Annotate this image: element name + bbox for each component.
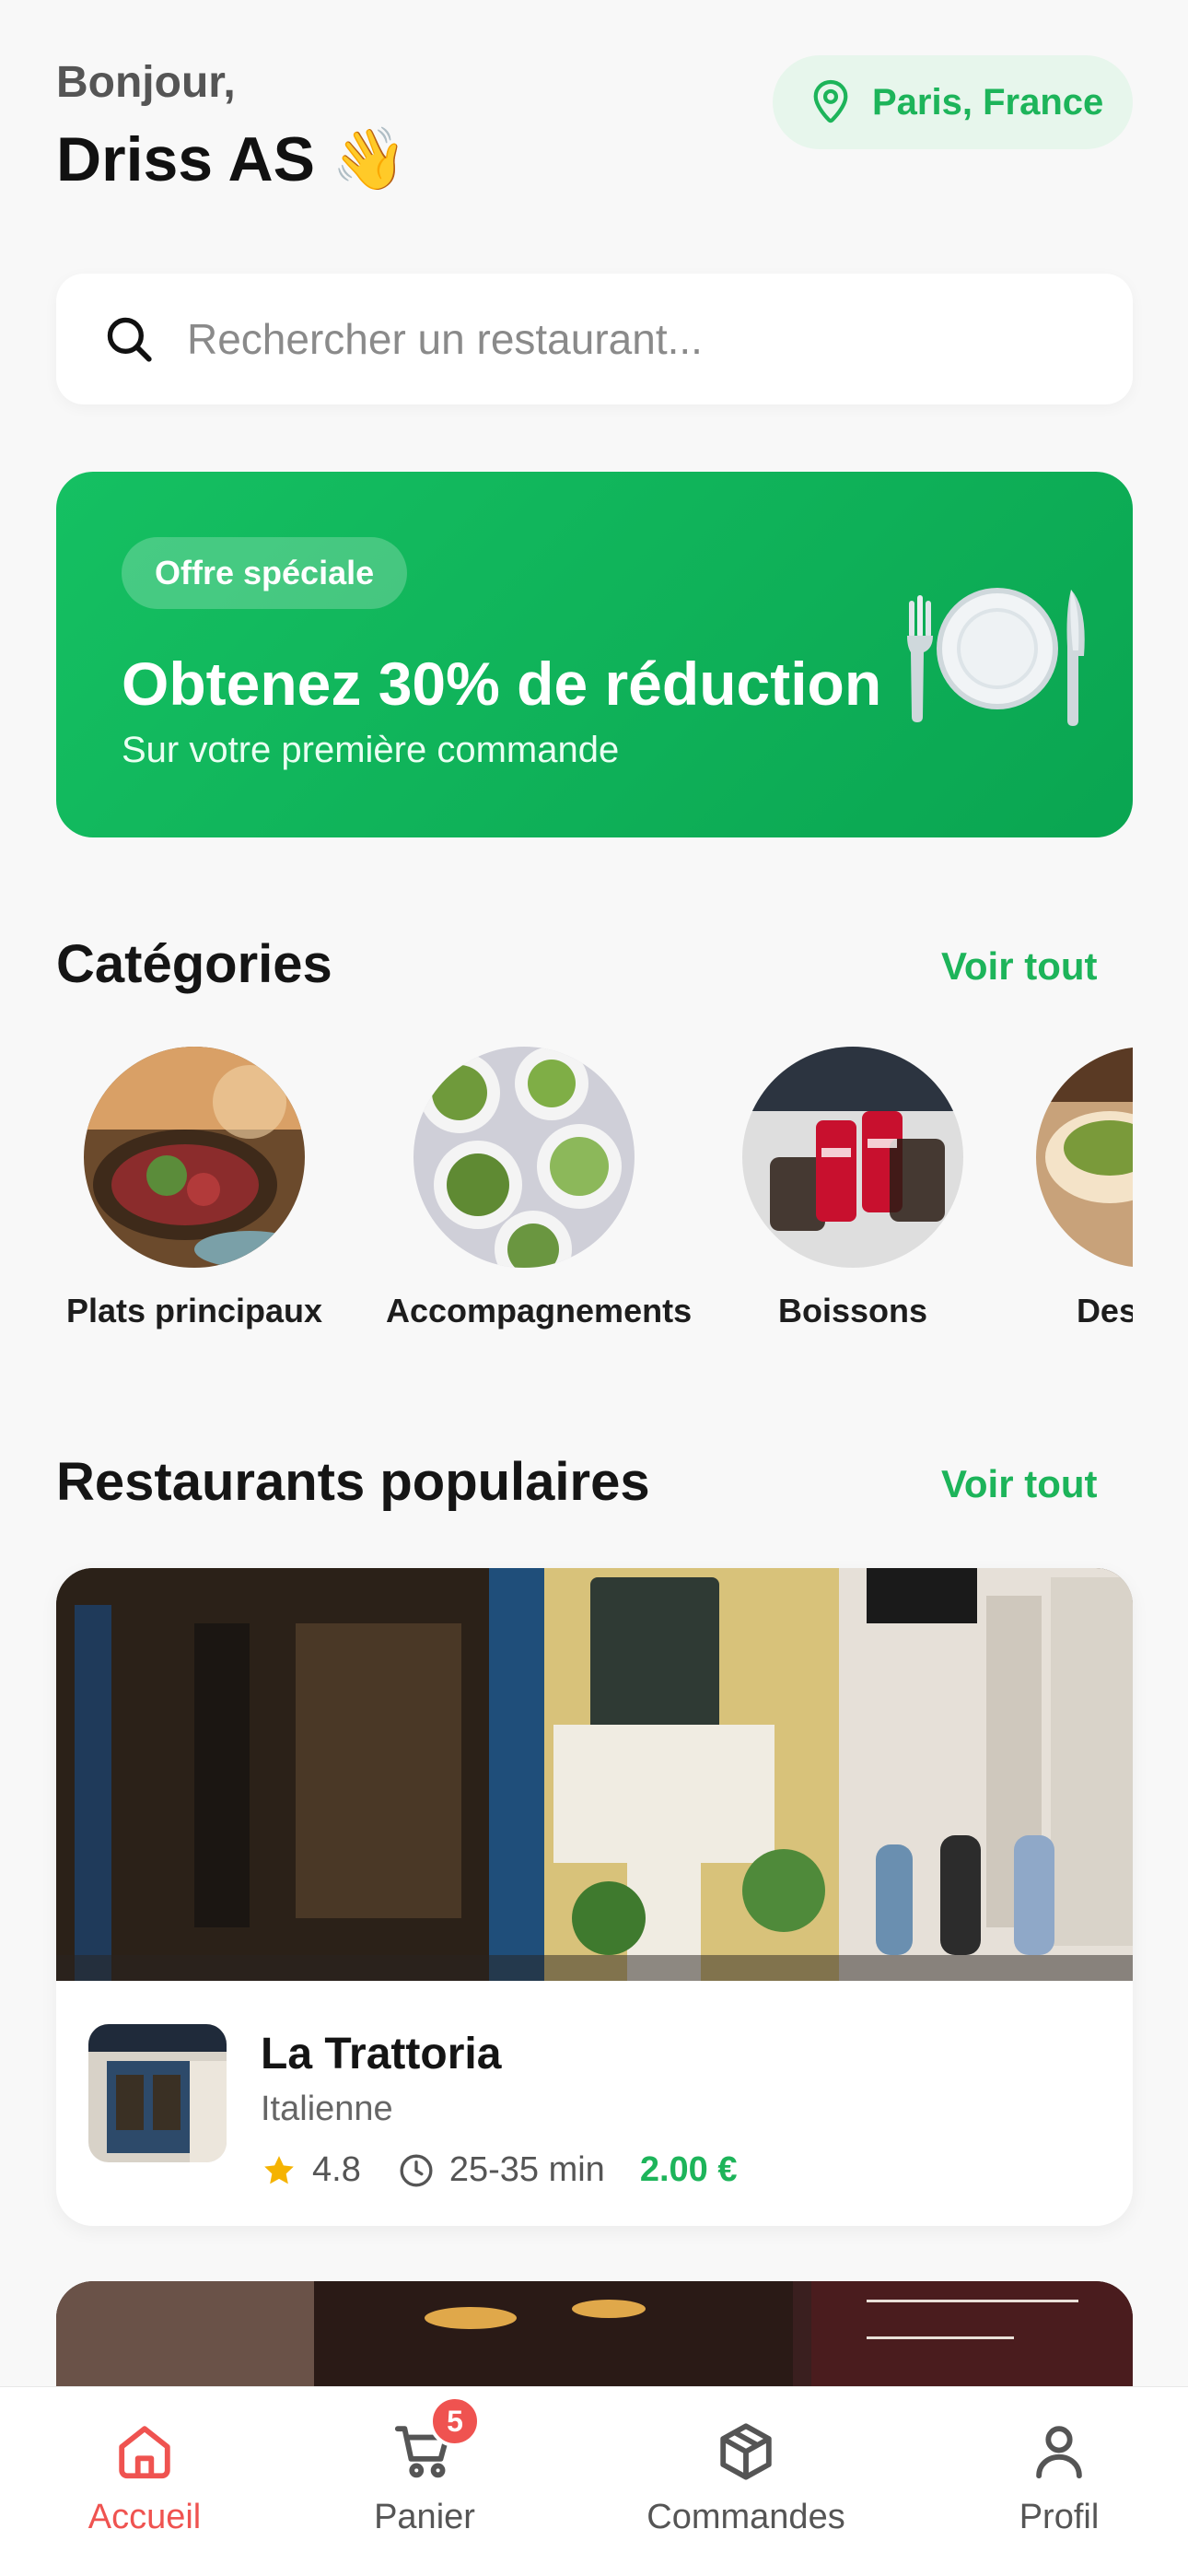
restaurant-cuisine: Italienne <box>261 2090 393 2128</box>
restaurant-price: 2.00 € <box>639 2150 738 2189</box>
search-icon <box>107 317 152 362</box>
category-image <box>413 1047 635 1268</box>
tab-accueil[interactable]: Accueil <box>85 2419 204 2537</box>
tab-profil[interactable]: Profil <box>999 2419 1119 2537</box>
tab-label: Commandes <box>646 2498 845 2536</box>
category-item-boissons[interactable]: Boissons <box>715 1047 991 1330</box>
search-bar[interactable] <box>56 274 1133 404</box>
category-item-desserts[interactable]: Desserts <box>1008 1047 1133 1330</box>
location-selector[interactable]: Paris, France <box>773 55 1133 149</box>
restaurant-hero-image <box>56 1568 1133 1981</box>
category-image <box>1036 1047 1133 1268</box>
category-image <box>742 1047 963 1268</box>
box-icon <box>720 2423 772 2480</box>
categories-see-all-link[interactable]: Voir tout <box>941 944 1098 989</box>
star-icon <box>264 2155 294 2184</box>
restaurant-delivery-time: 25-35 min <box>448 2150 605 2189</box>
promo-tag: Offre spéciale <box>122 537 408 609</box>
category-image <box>84 1047 305 1268</box>
tab-label: Accueil <box>87 2498 202 2536</box>
categories-title: Catégories <box>56 934 332 994</box>
greeting-text: Bonjour, <box>56 58 236 107</box>
location-pin-icon <box>813 79 848 123</box>
restaurant-name: La Trattoria <box>261 2030 502 2078</box>
restaurant-meta: 4.8 25-35 min 2.00 € <box>261 2150 737 2190</box>
categories-carousel[interactable]: Plats principaux Accompagnements Boisson… <box>56 1047 1133 1341</box>
user-icon <box>1036 2426 1082 2479</box>
category-label: Desserts <box>1076 1292 1133 1329</box>
cart-badge: 5 <box>429 2395 481 2447</box>
category-item-accompagnements[interactable]: Accompagnements <box>386 1047 693 1330</box>
restaurant-card[interactable]: La Trattoria Italienne 4.8 25-35 min 2.0… <box>56 1568 1133 2226</box>
promo-title: Obtenez 30% de réduction <box>122 650 882 718</box>
popular-restaurants-title: Restaurants populaires <box>56 1452 650 1512</box>
popular-see-all-link[interactable]: Voir tout <box>941 1462 1098 1506</box>
user-name-text: Driss AS <box>56 124 315 194</box>
category-item-plats-principaux[interactable]: Plats principaux <box>56 1047 332 1330</box>
promo-banner[interactable]: Offre spéciale Obtenez 30% de réduction … <box>56 472 1133 837</box>
tab-label: Profil <box>1019 2498 1100 2536</box>
category-label: Accompagnements <box>386 1292 693 1329</box>
restaurant-rating: 4.8 <box>312 2150 361 2189</box>
wave-emoji: 👋 <box>331 124 408 193</box>
user-name: Driss AS 👋 <box>56 123 407 195</box>
search-input[interactable] <box>187 314 1016 364</box>
home-icon <box>119 2426 170 2479</box>
tab-commandes[interactable]: Commandes <box>645 2419 847 2537</box>
location-label: Paris, France <box>872 81 1104 123</box>
promo-subtitle: Sur votre première commande <box>122 730 620 770</box>
plate-cutlery-icon <box>907 588 1085 726</box>
clock-icon <box>400 2154 433 2186</box>
category-label: Plats principaux <box>65 1292 323 1329</box>
restaurant-thumbnail <box>88 2024 227 2162</box>
tab-label: Panier <box>374 2498 475 2536</box>
category-label: Boissons <box>777 1292 928 1329</box>
